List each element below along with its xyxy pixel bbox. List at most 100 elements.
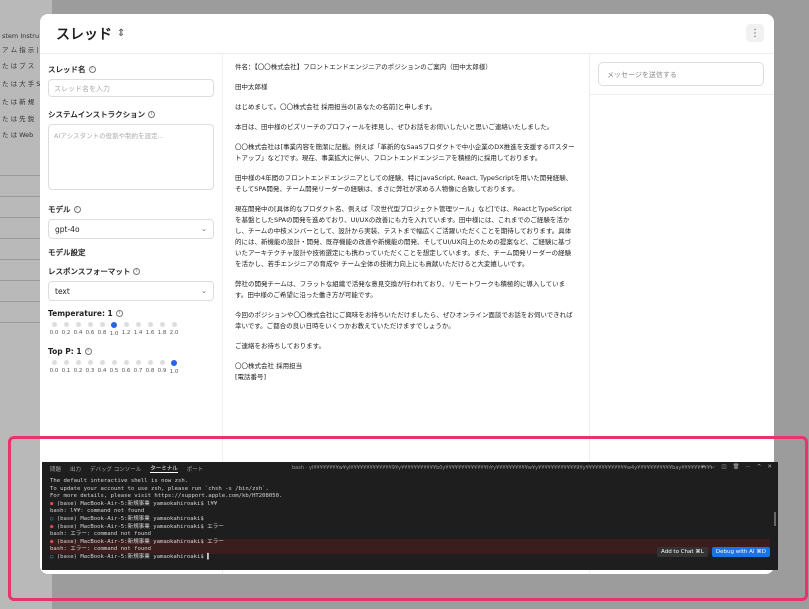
email-paragraph: はじめまして。〇〇株式会社 採用担当の[あなたの名前]と申します。 bbox=[235, 103, 437, 111]
debug-with-ai-button[interactable]: Debug with AI ⌘D bbox=[711, 547, 770, 557]
slider-dot[interactable] bbox=[135, 360, 141, 365]
chevron-up-down-icon[interactable]: ⇕ bbox=[117, 28, 125, 39]
split-terminal-icon[interactable]: ◫ bbox=[721, 464, 726, 471]
terminal-panel: 問題 出力 デバッグ コンソール ターミナル ポート bash - yl¥¥¥¥… bbox=[42, 462, 778, 570]
terminal-dropdown-icon[interactable]: ⌵ bbox=[711, 464, 715, 471]
slider-tick-label: 0.9 bbox=[157, 368, 167, 374]
terminal-line-text: (base) MacBook-Air-5:新規事業 yamaokahiroaki… bbox=[56, 538, 224, 545]
slider-tick[interactable]: 0.8 bbox=[96, 322, 108, 337]
slider-tick-label: 0.7 bbox=[133, 368, 143, 374]
slider-dot[interactable] bbox=[147, 322, 153, 327]
maximize-icon[interactable]: ^ bbox=[757, 464, 762, 471]
more-options-icon[interactable]: ⋮ bbox=[746, 24, 764, 42]
slider-tick[interactable]: 0.9 bbox=[156, 360, 168, 375]
slider-tick[interactable]: 1.6 bbox=[144, 322, 156, 337]
slider-dot[interactable] bbox=[135, 322, 141, 327]
thread-name-input[interactable]: スレッド名を入力 bbox=[48, 79, 214, 97]
slider-dot[interactable] bbox=[123, 360, 129, 365]
new-terminal-icon[interactable]: + bbox=[701, 464, 706, 471]
slider-dot[interactable] bbox=[51, 322, 57, 327]
slider-tick[interactable]: 0.6 bbox=[84, 322, 96, 337]
temperature-slider[interactable]: 0.0 0.2 0.4 0.6 0.8 1.0 1.2 1.4 1.6 1.8 2.0 bbox=[48, 322, 214, 337]
system-instruction-textarea[interactable]: AIアシスタントの役割や制約を設定... bbox=[48, 124, 214, 190]
success-marker-icon: ○ bbox=[50, 515, 57, 522]
terminal-line: For more details, please visit https://s… bbox=[50, 493, 283, 500]
slider-tick[interactable]: 1.0 bbox=[108, 322, 120, 337]
response-format-label-text: レスポンスフォーマット bbox=[48, 267, 131, 276]
slider-tick-label: 0.6 bbox=[85, 330, 95, 336]
slider-dot[interactable] bbox=[87, 360, 93, 365]
slider-dot[interactable] bbox=[51, 360, 57, 365]
slider-dot[interactable] bbox=[99, 360, 105, 365]
slider-tick[interactable]: 0.4 bbox=[96, 360, 108, 375]
slider-handle[interactable] bbox=[171, 360, 177, 366]
slider-tick[interactable]: 0.0 bbox=[48, 322, 60, 337]
system-instruction-label-text: システムインストラクション bbox=[48, 110, 146, 119]
slider-tick[interactable]: 0.5 bbox=[108, 360, 120, 375]
close-icon[interactable]: ✕ bbox=[767, 464, 772, 471]
tab-ports[interactable]: ポート bbox=[187, 465, 204, 473]
system-instruction-label: システムインストラクション i bbox=[48, 109, 214, 120]
slider-tick[interactable]: 0.7 bbox=[132, 360, 144, 375]
slider-dot[interactable] bbox=[63, 360, 69, 365]
top-p-label: Top P: 1 i bbox=[48, 347, 214, 356]
message-input[interactable]: メッセージを送信する bbox=[598, 62, 764, 86]
slider-tick[interactable]: 1.4 bbox=[132, 322, 144, 337]
slider-dot[interactable] bbox=[123, 322, 129, 327]
terminal-controls: + ⌵ ◫ 🗑 ··· ^ ✕ bbox=[701, 464, 772, 471]
slider-tick-label: 2.0 bbox=[169, 330, 179, 336]
response-format-label: レスポンスフォーマット i bbox=[48, 266, 214, 277]
slider-dot[interactable] bbox=[111, 360, 117, 365]
error-marker-icon: ● bbox=[50, 538, 57, 545]
email-paragraph: 〇〇株式会社は[事業内容を簡潔に記載。例えば「革新的なSaaSプロダクトで中小企… bbox=[235, 143, 575, 162]
add-to-chat-button[interactable]: Add to Chat ⌘L bbox=[657, 547, 708, 557]
slider-dot[interactable] bbox=[63, 322, 69, 327]
terminal-shell-label[interactable]: bash - yl¥¥¥¥¥¥¥¥w¥yl¥¥¥¥¥¥¥¥¥¥¥¥¥9¥y¥¥¥… bbox=[292, 465, 712, 471]
tab-output[interactable]: 出力 bbox=[70, 465, 81, 473]
terminal-line: To update your account to use zsh, pleas… bbox=[50, 485, 269, 492]
slider-tick[interactable]: 1.0 bbox=[168, 360, 180, 375]
slider-dot[interactable] bbox=[87, 322, 93, 327]
slider-dot[interactable] bbox=[75, 360, 81, 365]
slider-tick-label: 0.1 bbox=[61, 368, 71, 374]
slider-tick[interactable]: 0.2 bbox=[60, 322, 72, 337]
tab-debug-console[interactable]: デバッグ コンソール bbox=[90, 465, 141, 473]
slider-tick[interactable]: 0.8 bbox=[144, 360, 156, 375]
slider-tick-label: 0.8 bbox=[97, 330, 107, 336]
terminal-line-text: (base) MacBook-Air-5:新規事業 yamaokahiroaki… bbox=[56, 523, 224, 530]
email-paragraph: 今回のポジションや〇〇株式会社にご興味をお持ちいただけましたら、ぜひオンライン面… bbox=[235, 311, 573, 330]
tab-problems[interactable]: 問題 bbox=[50, 465, 61, 473]
slider-tick[interactable]: 0.1 bbox=[60, 360, 72, 375]
more-icon[interactable]: ··· bbox=[746, 464, 751, 471]
slider-tick-label: 0.3 bbox=[85, 368, 95, 374]
top-p-slider[interactable]: 0.0 0.1 0.2 0.3 0.4 0.5 0.6 0.7 0.8 0.9 1.0 bbox=[48, 360, 214, 375]
slider-tick[interactable]: 1.8 bbox=[156, 322, 168, 337]
slider-tick[interactable]: 0.6 bbox=[120, 360, 132, 375]
model-select-value: gpt-4o bbox=[55, 224, 80, 234]
slider-dot[interactable] bbox=[147, 360, 153, 365]
slider-tick[interactable]: 0.4 bbox=[72, 322, 84, 337]
slider-dot[interactable] bbox=[75, 322, 81, 327]
slider-tick[interactable]: 0.3 bbox=[84, 360, 96, 375]
cursor: ▌ bbox=[203, 553, 211, 560]
email-paragraph: 本日は、田中様のビズリーチのプロフィールを拝見し、ぜひお話をお伺いしたいと思いご… bbox=[235, 123, 554, 131]
slider-dot[interactable] bbox=[171, 322, 177, 327]
slider-handle[interactable] bbox=[111, 322, 117, 328]
tab-terminal[interactable]: ターミナル bbox=[150, 464, 178, 473]
modal-title[interactable]: スレッド bbox=[56, 24, 112, 44]
model-label-text: モデル bbox=[48, 205, 71, 214]
response-format-select[interactable]: text ⌄ bbox=[48, 281, 214, 301]
error-marker-icon: ● bbox=[50, 500, 57, 507]
slider-tick-label: 1.2 bbox=[121, 330, 131, 336]
slider-tick-label: 1.0 bbox=[169, 369, 179, 375]
slider-tick[interactable]: 0.2 bbox=[72, 360, 84, 375]
terminal-scrollbar[interactable] bbox=[774, 512, 776, 526]
model-select[interactable]: gpt-4o ⌄ bbox=[48, 219, 214, 239]
slider-dot[interactable] bbox=[159, 360, 165, 365]
slider-tick[interactable]: 1.2 bbox=[120, 322, 132, 337]
slider-dot[interactable] bbox=[159, 322, 165, 327]
slider-tick[interactable]: 0.0 bbox=[48, 360, 60, 375]
slider-dot[interactable] bbox=[99, 322, 105, 327]
trash-icon[interactable]: 🗑 bbox=[733, 464, 740, 471]
slider-tick[interactable]: 2.0 bbox=[168, 322, 180, 337]
